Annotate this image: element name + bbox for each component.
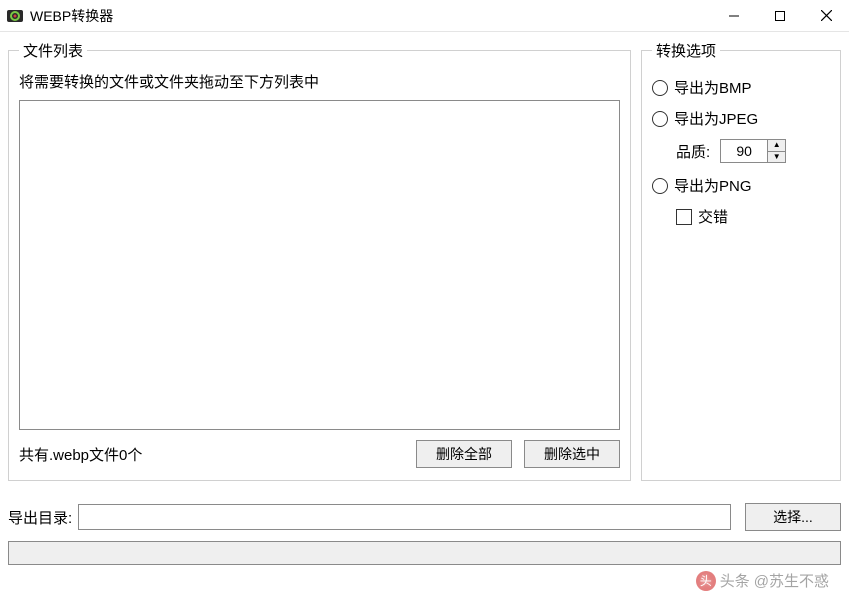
app-icon	[6, 7, 24, 25]
quality-label: 品质:	[676, 141, 710, 162]
delete-all-button[interactable]: 删除全部	[416, 440, 512, 468]
export-jpeg-radio[interactable]: 导出为JPEG	[652, 108, 830, 129]
delete-selected-button[interactable]: 删除选中	[524, 440, 620, 468]
options-legend: 转换选项	[652, 40, 720, 61]
export-png-label: 导出为PNG	[674, 175, 752, 196]
radio-icon	[652, 178, 668, 194]
options-group: 转换选项 导出为BMP 导出为JPEG 品质: ▲ ▼	[641, 40, 841, 481]
interlace-label: 交错	[698, 206, 728, 227]
spinner-up-icon[interactable]: ▲	[768, 140, 785, 152]
titlebar: WEBP转换器	[0, 0, 849, 32]
progress-bar	[8, 541, 841, 565]
watermark-logo-icon: 头	[696, 571, 716, 591]
watermark-text: @苏生不惑	[754, 570, 829, 591]
checkbox-icon	[676, 209, 692, 225]
spinner-down-icon[interactable]: ▼	[768, 152, 785, 163]
quality-stepper[interactable]: ▲ ▼	[720, 139, 786, 163]
export-dir-label: 导出目录:	[8, 507, 72, 528]
close-button[interactable]	[803, 0, 849, 32]
watermark-prefix: 头条	[720, 570, 750, 591]
file-list-hint: 将需要转换的文件或文件夹拖动至下方列表中	[19, 71, 620, 92]
window-controls	[711, 0, 849, 32]
export-bmp-label: 导出为BMP	[674, 77, 752, 98]
interlace-checkbox[interactable]: 交错	[676, 206, 830, 227]
export-png-radio[interactable]: 导出为PNG	[652, 175, 830, 196]
window-title: WEBP转换器	[30, 6, 113, 26]
file-listbox[interactable]	[19, 100, 620, 430]
file-list-group: 文件列表 将需要转换的文件或文件夹拖动至下方列表中 共有.webp文件0个 删除…	[8, 40, 631, 481]
maximize-button[interactable]	[757, 0, 803, 32]
radio-icon	[652, 111, 668, 127]
browse-button[interactable]: 选择...	[745, 503, 841, 531]
export-jpeg-label: 导出为JPEG	[674, 108, 758, 129]
file-list-legend: 文件列表	[19, 40, 87, 61]
radio-icon	[652, 80, 668, 96]
export-bmp-radio[interactable]: 导出为BMP	[652, 77, 830, 98]
quality-input[interactable]	[720, 139, 768, 163]
export-dir-input[interactable]	[78, 504, 731, 530]
file-count-label: 共有.webp文件0个	[19, 444, 142, 465]
minimize-button[interactable]	[711, 0, 757, 32]
watermark: 头 头条 @苏生不惑	[696, 570, 829, 591]
